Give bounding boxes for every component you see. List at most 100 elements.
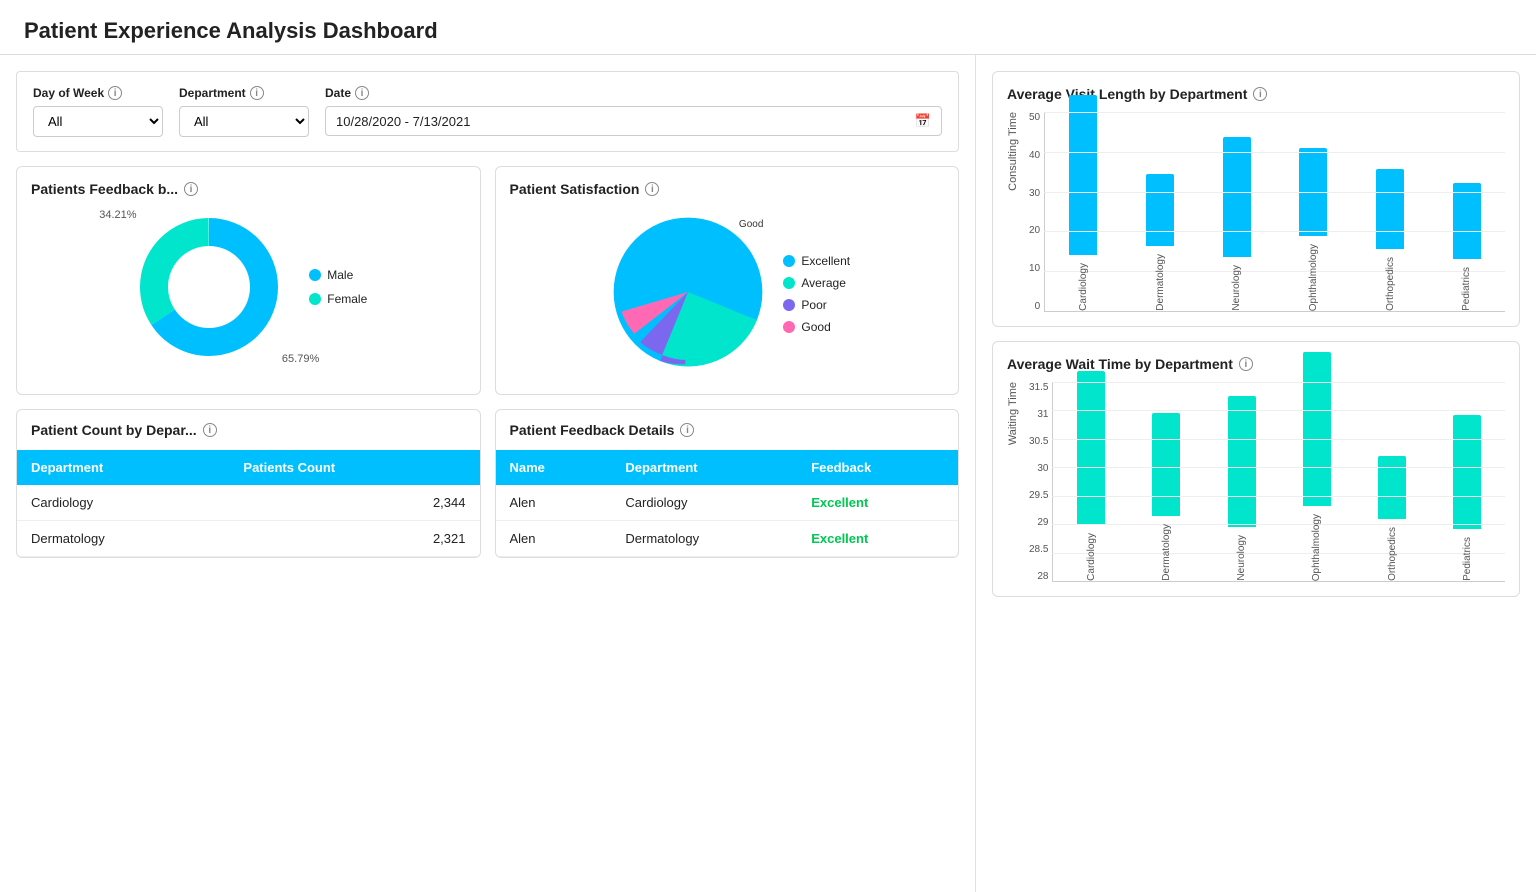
row-count: 2,344: [229, 485, 479, 521]
feedback-dept: Cardiology: [611, 485, 797, 521]
visit-info-icon: i: [1253, 87, 1267, 101]
female-pct-label: 34.21%: [99, 209, 136, 221]
feedback-name: Alen: [496, 485, 612, 521]
table-row: Alen Cardiology Excellent: [496, 485, 959, 521]
day-of-week-select[interactable]: All Monday Tuesday Wednesday Thursday Fr…: [33, 106, 163, 137]
legend-male: Male: [309, 268, 367, 282]
filters-bar: Day of Week i All Monday Tuesday Wednesd…: [16, 71, 959, 152]
date-info-icon: i: [355, 86, 369, 100]
bar-rect: [1376, 169, 1404, 249]
avg-wait-time-section: Average Wait Time by Department i Waitin…: [992, 341, 1520, 597]
bar-rect: [1069, 95, 1097, 255]
visit-bars-area: Cardiology Dermatology: [1044, 112, 1505, 312]
bar-rect: [1223, 137, 1251, 257]
dept-col-header: Department: [17, 450, 229, 485]
bar-orthopedics: Orthopedics: [1376, 169, 1404, 311]
female-dot: [309, 293, 321, 305]
left-panel: Day of Week i All Monday Tuesday Wednesd…: [0, 55, 976, 892]
visit-chart-area: 50 40 30 20 10 0: [1029, 112, 1505, 312]
bar-label: Orthopedics: [1385, 257, 1396, 311]
visit-chart-wrapper: Consulting Time 50 40 30 20 10 0: [1007, 112, 1505, 312]
bar-rect: [1378, 456, 1406, 519]
filter-dept-label: Department i: [179, 86, 309, 100]
patient-count-title: Patient Count by Depar... i: [17, 410, 480, 450]
table-row: Cardiology 2,344: [17, 485, 480, 521]
avg-visit-length-section: Average Visit Length by Department i Con…: [992, 71, 1520, 327]
wait-bar-cardiology: Cardiology: [1077, 371, 1105, 581]
row-dept: Dermatology: [17, 521, 229, 557]
bar-label: Dermatology: [1155, 254, 1166, 311]
bar-label: Ophthalmology: [1308, 244, 1319, 311]
dashboard: Patient Experience Analysis Dashboard Da…: [0, 0, 1536, 892]
legend-average: Average: [783, 276, 850, 290]
feedback-col-header: Feedback: [797, 450, 958, 485]
poor-dot: [783, 299, 795, 311]
bar-ophthalmology: Ophthalmology: [1299, 148, 1327, 311]
wait-info-icon: i: [1239, 357, 1253, 371]
male-pct-label: 65.79%: [282, 353, 319, 365]
bar-label: Cardiology: [1086, 533, 1097, 581]
visit-chart-inner: 50 40 30 20 10 0: [1029, 112, 1505, 312]
bar-rect: [1303, 352, 1331, 506]
patient-count-table-card: Patient Count by Depar... i Department P…: [16, 409, 481, 558]
dept-info-icon: i: [250, 86, 264, 100]
wait-chart-wrapper: Waiting Time 31.5 31 30.5 30 29.5 29 2: [1007, 382, 1505, 582]
bar-label: Neurology: [1231, 265, 1242, 311]
bar-label: Pediatrics: [1462, 537, 1473, 581]
wait-y-axis: Waiting Time: [1007, 382, 1025, 582]
bar-rect: [1077, 371, 1105, 525]
row-count: 2,321: [229, 521, 479, 557]
feedback-value: Excellent: [797, 485, 958, 521]
filter-date-label: Date i: [325, 86, 942, 100]
date-range-input[interactable]: 10/28/2020 - 7/13/2021 📅: [325, 106, 942, 136]
wait-bar-neurology: Neurology: [1228, 396, 1256, 581]
main-content: Day of Week i All Monday Tuesday Wednesd…: [0, 55, 1536, 892]
pie-legend: Excellent Average Poor: [783, 254, 850, 334]
bar-label: Dermatology: [1161, 524, 1172, 581]
filter-day-label: Day of Week i: [33, 86, 163, 100]
feedback-info-icon: i: [184, 182, 198, 196]
bar-label: Pediatrics: [1461, 267, 1472, 311]
wait-bar-ophthalmology: Ophthalmology: [1303, 352, 1331, 581]
good-pct: Good: [739, 219, 763, 230]
name-col-header: Name: [496, 450, 612, 485]
page-title: Patient Experience Analysis Dashboard: [24, 18, 1512, 44]
bar-label: Cardiology: [1078, 263, 1089, 311]
excellent-dot: [783, 255, 795, 267]
bar-label: Neurology: [1236, 535, 1247, 581]
average-dot: [783, 277, 795, 289]
male-dot: [309, 269, 321, 281]
filter-department: Department i All Cardiology Dermatology …: [179, 86, 309, 137]
count-info-icon: i: [203, 423, 217, 437]
feedback-value: Excellent: [797, 521, 958, 557]
wait-chart-inner: 31.5 31 30.5 30 29.5 29 28.5 28: [1029, 382, 1505, 582]
avg-wait-title: Average Wait Time by Department i: [1007, 356, 1505, 372]
count-col-header: Patients Count: [229, 450, 479, 485]
bar-cardiology: Cardiology: [1069, 95, 1097, 311]
calendar-icon: 📅: [915, 113, 931, 129]
legend-poor: Poor: [783, 298, 850, 312]
bar-rect: [1228, 396, 1256, 527]
bar-rect: [1453, 183, 1481, 259]
patient-satisfaction-title: Patient Satisfaction i: [510, 181, 945, 197]
row-dept: Cardiology: [17, 485, 229, 521]
visit-y-labels: 50 40 30 20 10 0: [1029, 112, 1044, 312]
tables-row: Patient Count by Depar... i Department P…: [16, 409, 959, 558]
feedback-details-info-icon: i: [680, 423, 694, 437]
patient-count-table: Department Patients Count Cardiology 2,3…: [17, 450, 480, 557]
wait-bar-pediatrics: Pediatrics: [1453, 415, 1481, 581]
wait-bar-orthopedics: Orthopedics: [1378, 456, 1406, 581]
patients-feedback-title: Patients Feedback b... i: [31, 181, 466, 197]
bar-rect: [1146, 174, 1174, 246]
pie-chart-container: Good Excellent Average: [510, 207, 945, 380]
bar-label: Ophthalmology: [1311, 514, 1322, 581]
pie-svg-wrapper: [603, 207, 773, 380]
bar-rect: [1299, 148, 1327, 236]
pie-chart: Good: [603, 207, 773, 380]
department-select[interactable]: All Cardiology Dermatology Neurology Oph…: [179, 106, 309, 137]
visit-y-axis: Consulting Time: [1007, 112, 1025, 312]
donut-chart: 34.21% 65.79%: [129, 207, 289, 367]
feedback-details-title: Patient Feedback Details i: [496, 410, 959, 450]
good-dot: [783, 321, 795, 333]
bar-rect: [1152, 413, 1180, 516]
